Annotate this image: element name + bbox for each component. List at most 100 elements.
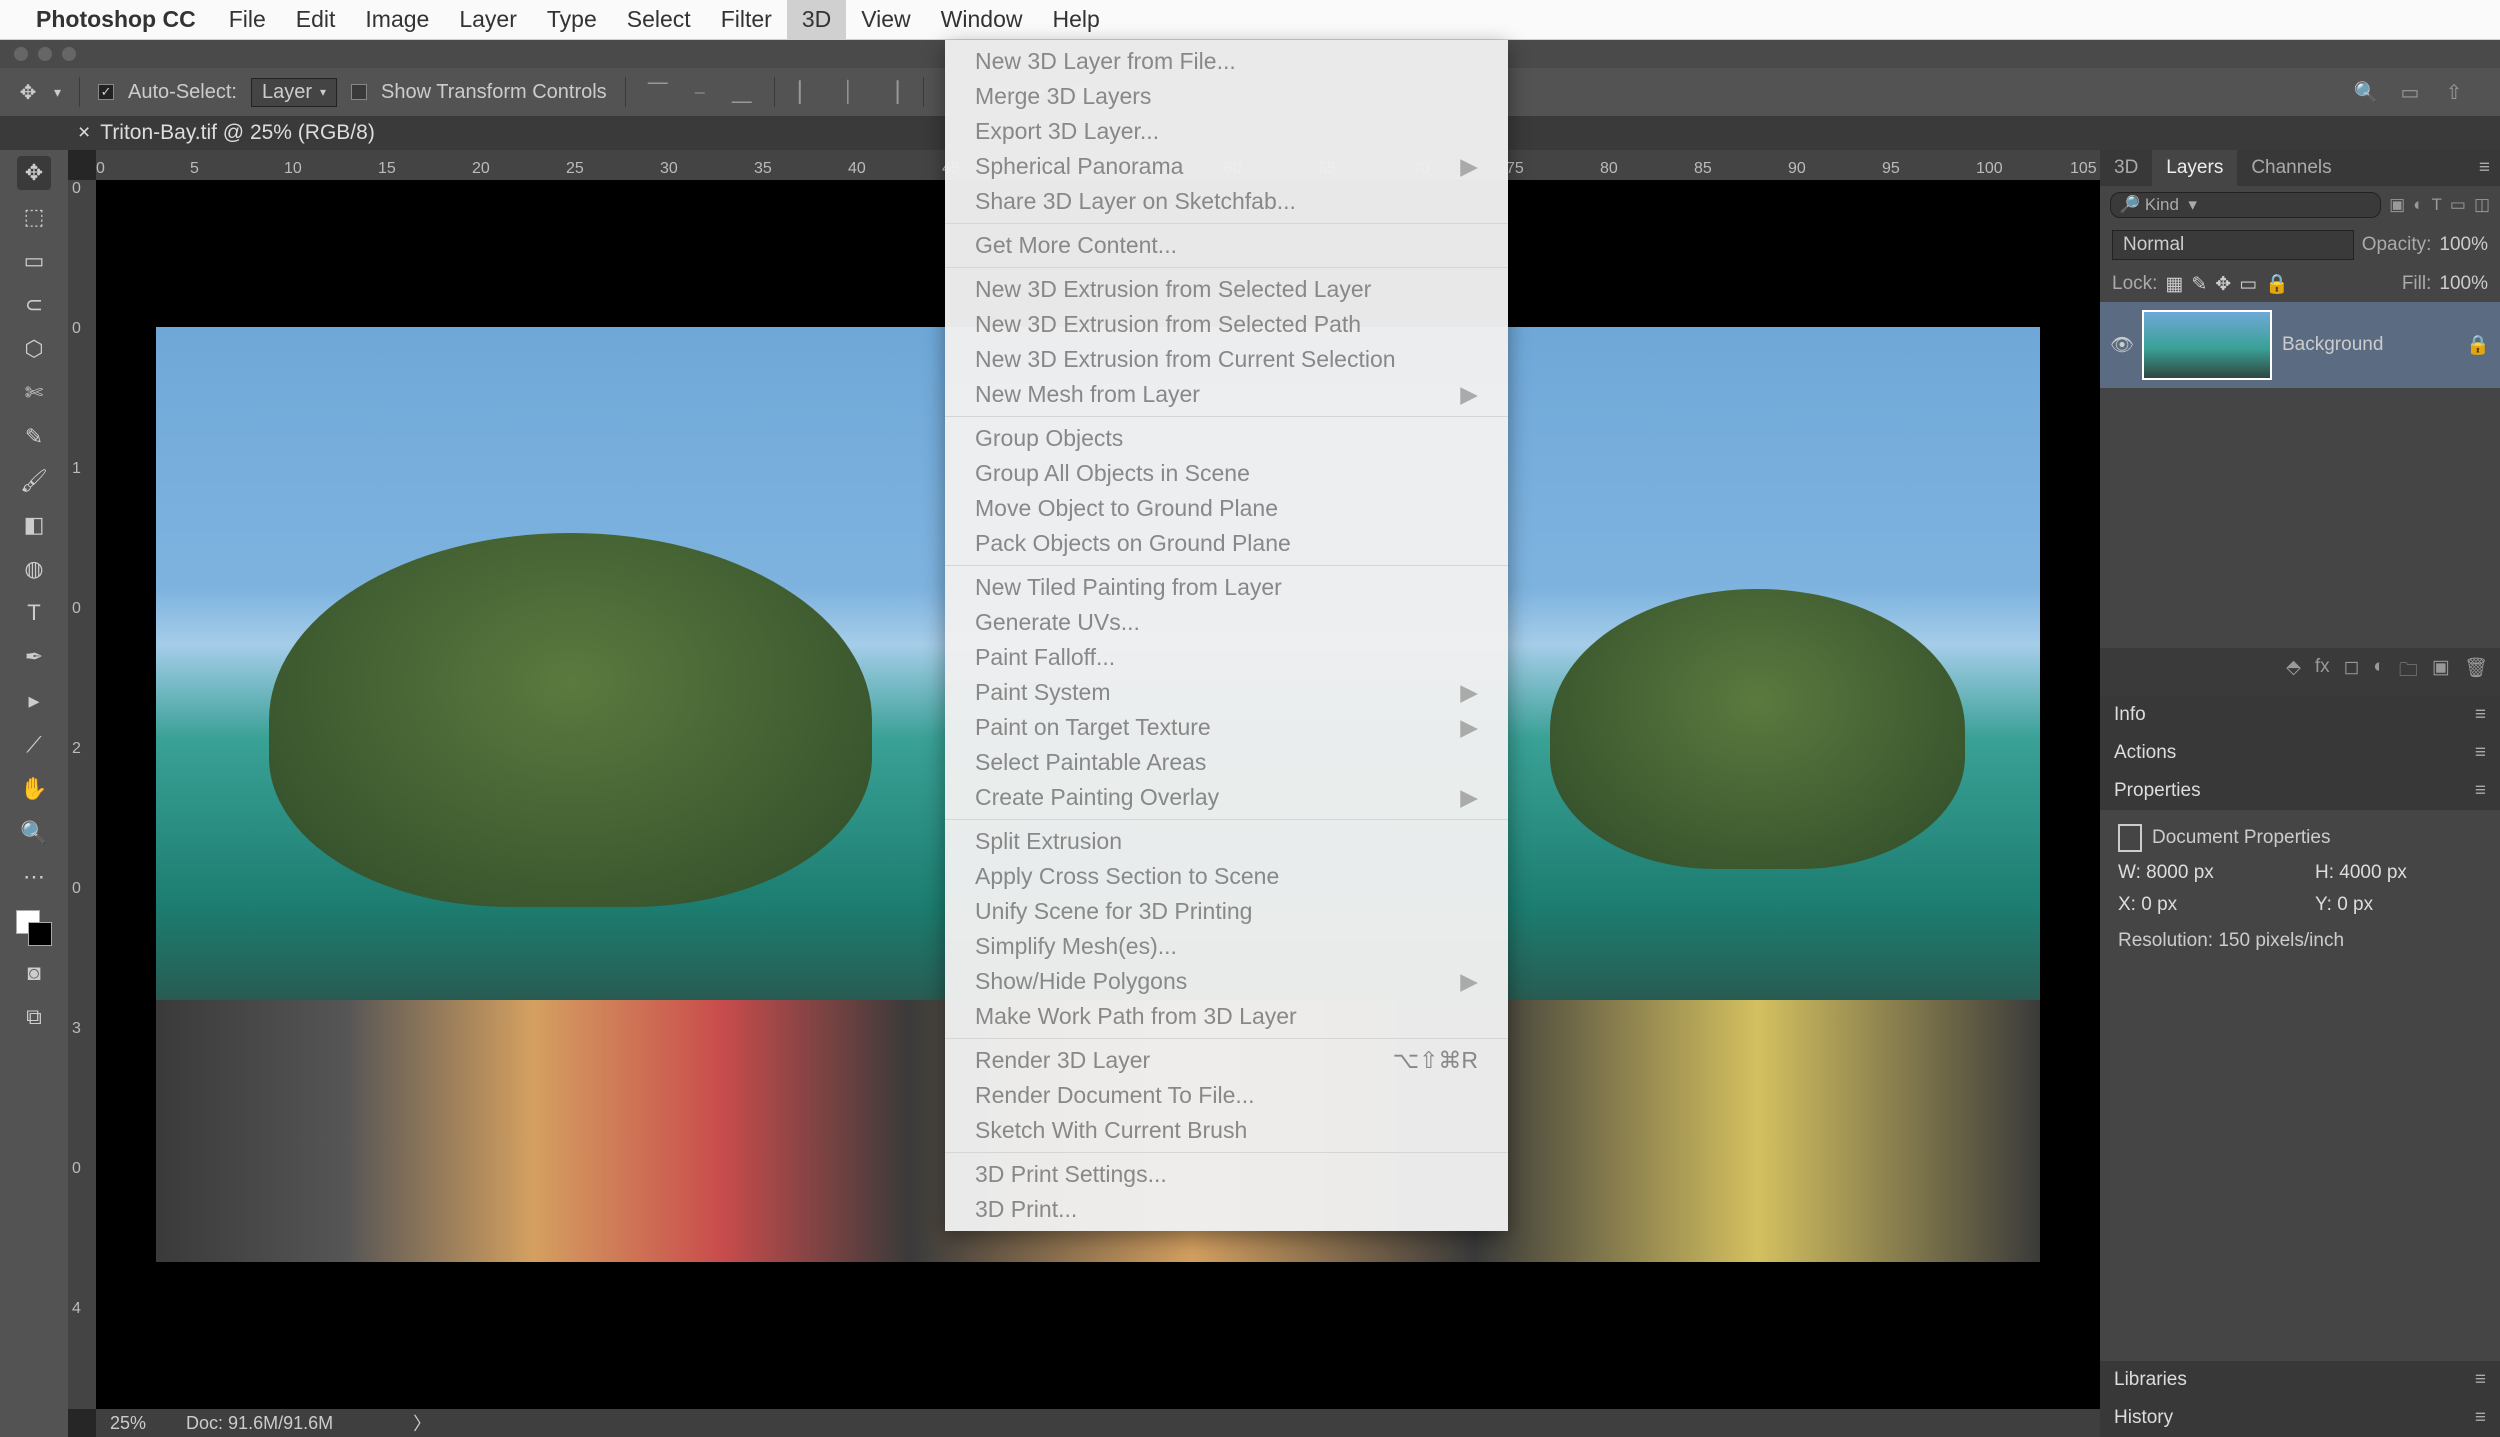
align-left-icon[interactable]: ▏	[793, 78, 821, 106]
type-tool[interactable]: T	[17, 596, 51, 630]
align-right-icon[interactable]: ▕	[877, 78, 905, 106]
adjustment-layer-icon[interactable]: ◐	[2373, 656, 2384, 688]
align-hcenter-icon[interactable]: │	[835, 78, 863, 106]
layer-mask-icon[interactable]: ◻	[2344, 656, 2360, 688]
menu-item[interactable]: Render Document To File...	[945, 1078, 1508, 1113]
menu-item[interactable]: Share 3D Layer on Sketchfab...	[945, 184, 1508, 219]
menu-item[interactable]: Select Paintable Areas	[945, 745, 1508, 780]
minimize-window-icon[interactable]	[38, 47, 52, 61]
layer-fx-icon[interactable]: fx	[2315, 656, 2330, 688]
lock-artboard-icon[interactable]: ▭	[2239, 273, 2257, 296]
menu-item[interactable]: New 3D Layer from File...	[945, 44, 1508, 79]
menu-item[interactable]: Move Object to Ground Plane	[945, 491, 1508, 526]
move-tool[interactable]: ✥	[17, 156, 51, 190]
actions-panel-header[interactable]: Actions≡	[2100, 734, 2500, 772]
layer-name[interactable]: Background	[2282, 334, 2383, 356]
document-tab-title[interactable]: Triton-Bay.tif @ 25% (RGB/8)	[100, 121, 375, 145]
layer-lock-icon[interactable]: 🔒	[2466, 333, 2490, 357]
status-chevron-icon[interactable]: 〉	[413, 1410, 431, 1436]
menu-item[interactable]: New 3D Extrusion from Current Selection	[945, 342, 1508, 377]
line-tool[interactable]: ⟋	[17, 728, 51, 762]
menu-item[interactable]: Make Work Path from 3D Layer	[945, 999, 1508, 1034]
layer-group-icon[interactable]: 🗀	[2399, 656, 2418, 688]
filter-smart-icon[interactable]: ◫	[2474, 195, 2490, 215]
rect-tool[interactable]: ▭	[17, 244, 51, 278]
menu-item[interactable]: Pack Objects on Ground Plane	[945, 526, 1508, 561]
panel-menu-icon[interactable]: ≡	[2475, 704, 2486, 726]
menu-item[interactable]: Merge 3D Layers	[945, 79, 1508, 114]
menu-item[interactable]: Simplify Mesh(es)...	[945, 929, 1508, 964]
filter-shape-icon[interactable]: ▭	[2450, 195, 2466, 215]
menu-item[interactable]: Paint on Target Texture▶	[945, 710, 1508, 745]
zoom-level[interactable]: 25%	[110, 1413, 146, 1434]
menu-type[interactable]: Type	[532, 0, 612, 40]
menu-item[interactable]: 3D Print...	[945, 1192, 1508, 1227]
filter-image-icon[interactable]: ▣	[2389, 195, 2405, 215]
close-window-icon[interactable]	[14, 47, 28, 61]
panel-tab-3d[interactable]: 3D	[2100, 150, 2152, 186]
menu-item[interactable]: Unify Scene for 3D Printing	[945, 894, 1508, 929]
layer-visibility-icon[interactable]: 👁	[2110, 333, 2132, 357]
panel-tab-layers[interactable]: Layers	[2152, 150, 2237, 186]
eyedropper-tool[interactable]: ✎	[17, 420, 51, 454]
zoom-tool[interactable]: 🔍	[17, 816, 51, 850]
bucket-tool[interactable]: ◍	[17, 552, 51, 586]
menu-item[interactable]: Create Painting Overlay▶	[945, 780, 1508, 815]
layer-thumbnail[interactable]	[2142, 310, 2272, 380]
menu-image[interactable]: Image	[350, 0, 444, 40]
color-swatch[interactable]	[16, 910, 52, 946]
tool-preset-chevron-icon[interactable]: ▾	[54, 84, 61, 101]
share-icon[interactable]: ⇧	[2440, 78, 2468, 106]
screen-mode-tool[interactable]: ⧉	[17, 1000, 51, 1034]
search-icon[interactable]: 🔍	[2352, 78, 2380, 106]
menu-select[interactable]: Select	[612, 0, 706, 40]
lock-all-icon[interactable]: 🔒	[2265, 272, 2289, 296]
layer-filter-kind[interactable]: 🔎 Kind ▾	[2110, 192, 2381, 218]
auto-select-checkbox[interactable]: ✓	[98, 84, 114, 100]
panel-menu-icon[interactable]: ≡	[2475, 742, 2486, 764]
menu-edit[interactable]: Edit	[281, 0, 351, 40]
menu-item[interactable]: Group Objects	[945, 421, 1508, 456]
menu-view[interactable]: View	[846, 0, 925, 40]
more-tool[interactable]: ⋯	[17, 860, 51, 894]
auto-select-dropdown[interactable]: Layer ▾	[251, 78, 337, 107]
menu-item[interactable]: Apply Cross Section to Scene	[945, 859, 1508, 894]
maximize-window-icon[interactable]	[62, 47, 76, 61]
lock-pixels-icon[interactable]: ▦	[2165, 273, 2183, 296]
menu-item[interactable]: Paint System▶	[945, 675, 1508, 710]
menu-item[interactable]: New 3D Extrusion from Selected Path	[945, 307, 1508, 342]
properties-panel-header[interactable]: Properties≡	[2100, 772, 2500, 810]
marquee-tool[interactable]: ⬚	[17, 200, 51, 234]
filter-adjust-icon[interactable]: ◐	[2413, 195, 2423, 215]
panel-menu-icon[interactable]: ≡	[2475, 780, 2486, 802]
filter-type-icon[interactable]: T	[2431, 195, 2441, 215]
panel-menu-icon[interactable]: ≡	[2469, 157, 2500, 179]
fill-value[interactable]: 100%	[2439, 273, 2488, 295]
hand-tool[interactable]: ✋	[17, 772, 51, 806]
menu-item[interactable]: Generate UVs...	[945, 605, 1508, 640]
menu-item[interactable]: Sketch With Current Brush	[945, 1113, 1508, 1148]
workspace-icon[interactable]: ▭	[2396, 78, 2424, 106]
align-bottom-icon[interactable]: ⎽	[728, 78, 756, 106]
history-panel-header[interactable]: History≡	[2100, 1399, 2500, 1437]
menu-item[interactable]: 3D Print Settings...	[945, 1157, 1508, 1192]
layer-row[interactable]: 👁 Background 🔒	[2100, 302, 2500, 388]
pen-tool[interactable]: ✒	[17, 640, 51, 674]
move-tool-icon[interactable]: ✥	[16, 80, 40, 104]
menu-item[interactable]: Get More Content...	[945, 228, 1508, 263]
menu-item[interactable]: Render 3D Layer⌥⇧⌘R	[945, 1043, 1508, 1078]
path-select-tool[interactable]: ▸	[17, 684, 51, 718]
close-tab-icon[interactable]: ×	[78, 121, 90, 145]
menu-layer[interactable]: Layer	[444, 0, 532, 40]
quick-mask-tool[interactable]: ◙	[17, 956, 51, 990]
menu-item[interactable]: New Mesh from Layer▶	[945, 377, 1508, 412]
lasso-tool[interactable]: ⊂	[17, 288, 51, 322]
quick-select-tool[interactable]: ⬡	[17, 332, 51, 366]
menu-item[interactable]: Group All Objects in Scene	[945, 456, 1508, 491]
link-layers-icon[interactable]: ⬘	[2286, 656, 2301, 688]
menu-item[interactable]: New 3D Extrusion from Selected Layer	[945, 272, 1508, 307]
menu-item[interactable]: Paint Falloff...	[945, 640, 1508, 675]
lock-position-icon[interactable]: ✎	[2191, 273, 2207, 296]
info-panel-header[interactable]: Info≡	[2100, 696, 2500, 734]
menu-item[interactable]: Split Extrusion	[945, 824, 1508, 859]
